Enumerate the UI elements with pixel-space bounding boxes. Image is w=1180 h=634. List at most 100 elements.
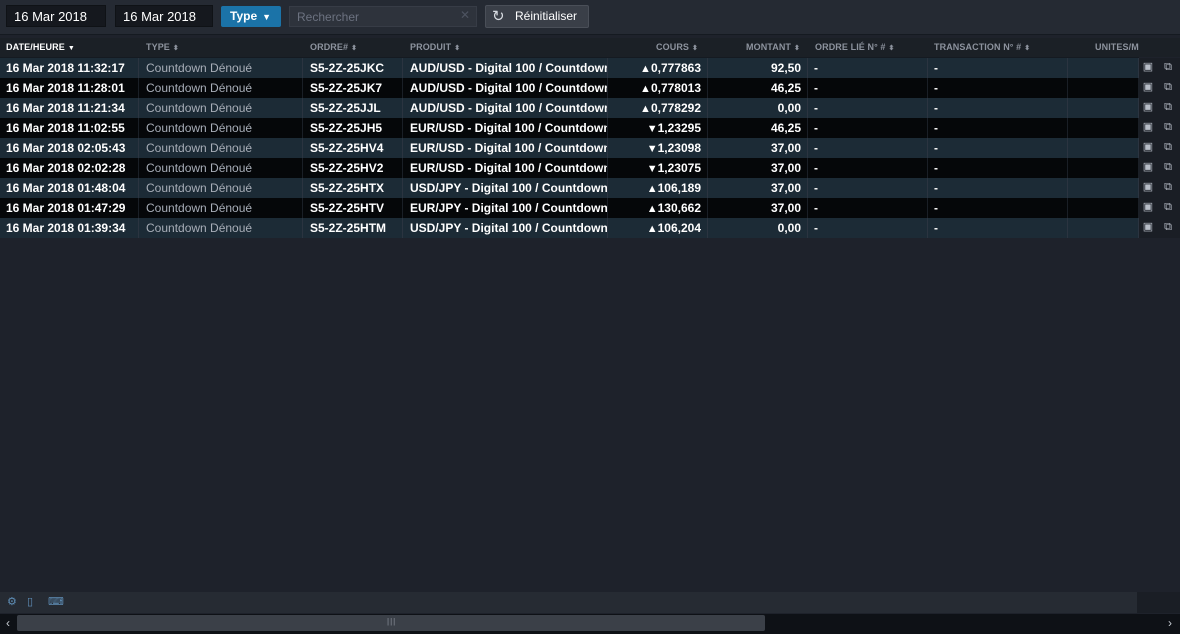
date-to-field[interactable]: 16 Mar 2018 bbox=[115, 5, 213, 27]
sort-icon: ⬍ bbox=[794, 45, 800, 52]
cell-montant: 37,00 bbox=[708, 138, 808, 158]
table-row[interactable]: 16 Mar 2018 11:02:55 Countdown Dénoué S5-2… bbox=[0, 118, 1139, 138]
cell-cours: ▲0,777863 bbox=[608, 58, 708, 78]
sort-icon: ⬍ bbox=[888, 45, 895, 52]
cell-unites bbox=[1068, 78, 1139, 98]
sort-desc-icon: ▼ bbox=[67, 45, 75, 52]
gear-icon[interactable]: ⚙ bbox=[7, 596, 17, 609]
cell-cours: ▲106,204 bbox=[608, 218, 708, 238]
computer-icon[interactable]: ▣ bbox=[1142, 101, 1154, 113]
arrow-up-icon: ▲ bbox=[640, 83, 651, 95]
cell-cours: ▲130,662 bbox=[608, 198, 708, 218]
cell-transaction: - bbox=[928, 58, 1068, 78]
table-header: DATE/HEURE ▼ TYPE ⬍ ORDRE# ⬍ PRODUIT ⬍ COURS ⬍ MON… bbox=[0, 38, 1139, 58]
table-row[interactable]: 16 Mar 2018 01:48:04 Countdown Dénoué S5-2… bbox=[0, 178, 1139, 198]
column-header-label: TRANSACTION N° # bbox=[934, 42, 1022, 52]
scrollbar-thumb[interactable]: ||| bbox=[17, 615, 765, 631]
cell-cours-value: 0,778292 bbox=[650, 101, 701, 115]
cell-ordre: S5-2Z-25HV4 bbox=[303, 138, 403, 158]
row-actions: ▣ ⧉ bbox=[1139, 198, 1180, 218]
cell-type: Countdown Dénoué bbox=[139, 218, 303, 238]
table-row[interactable]: 16 Mar 2018 11:32:17 Countdown Dénoué S5-2… bbox=[0, 58, 1139, 78]
computer-icon[interactable]: ▣ bbox=[1142, 221, 1154, 233]
column-header-produit[interactable]: PRODUIT ⬍ bbox=[410, 38, 600, 57]
ticket-icon[interactable]: ⧉ bbox=[1162, 81, 1174, 93]
column-header-montant[interactable]: MONTANT ⬍ bbox=[708, 38, 800, 57]
actions-column-header bbox=[1139, 38, 1180, 57]
arrow-down-icon: ▼ bbox=[646, 163, 658, 175]
column-header-ordre[interactable]: ORDRE# ⬍ bbox=[310, 38, 400, 57]
column-header-cours[interactable]: COURS ⬍ bbox=[608, 38, 698, 57]
type-filter-label: Type bbox=[230, 9, 258, 23]
cell-type: Countdown Dénoué bbox=[139, 78, 303, 98]
column-header-type[interactable]: TYPE ⬍ bbox=[146, 38, 296, 57]
cell-date: 16 Mar 2018 02:02:28 bbox=[0, 158, 139, 178]
computer-icon[interactable]: ▣ bbox=[1142, 121, 1154, 133]
cell-ordre: S5-2Z-25HTX bbox=[303, 178, 403, 198]
cell-ordre: S5-2Z-25HTM bbox=[303, 218, 403, 238]
cell-date: 16 Mar 2018 11:02:55 bbox=[0, 118, 139, 138]
scroll-right-icon[interactable]: › bbox=[1161, 614, 1179, 632]
search-input[interactable] bbox=[290, 7, 457, 26]
cell-produit: USD/JPY - Digital 100 / Countdown bbox=[403, 178, 608, 198]
cell-cours-value: 1,23098 bbox=[657, 141, 701, 155]
column-header-ordre-lie[interactable]: ORDRE LIÉ N° # ⬍ bbox=[815, 38, 925, 57]
document-icon[interactable]: ▯ bbox=[27, 596, 33, 609]
sort-icon: ⬍ bbox=[454, 45, 461, 52]
cell-cours: ▲0,778013 bbox=[608, 78, 708, 98]
cell-montant: 0,00 bbox=[708, 218, 808, 238]
cell-type: Countdown Dénoué bbox=[139, 118, 303, 138]
cell-cours: ▼1,23098 bbox=[608, 138, 708, 158]
reset-button[interactable]: ↻ Réinitialiser bbox=[485, 5, 589, 28]
table-row[interactable]: 16 Mar 2018 11:21:34 Countdown Dénoué S5-2… bbox=[0, 98, 1139, 118]
table-row[interactable]: 16 Mar 2018 02:02:28 Countdown Dénoué S5-2… bbox=[0, 158, 1139, 178]
cell-ordre: S5-2Z-25JK7 bbox=[303, 78, 403, 98]
type-filter-button[interactable]: Type ▼ bbox=[221, 6, 281, 27]
cell-cours-value: 1,23295 bbox=[657, 121, 701, 135]
column-header-label: TYPE bbox=[146, 42, 170, 52]
cell-date: 16 Mar 2018 11:21:34 bbox=[0, 98, 139, 118]
cell-type: Countdown Dénoué bbox=[139, 198, 303, 218]
keyboard-icon[interactable]: ⌨ bbox=[48, 596, 64, 609]
cell-date: 16 Mar 2018 01:47:29 bbox=[0, 198, 139, 218]
ticket-icon[interactable]: ⧉ bbox=[1162, 201, 1174, 213]
computer-icon[interactable]: ▣ bbox=[1142, 81, 1154, 93]
cell-cours: ▲0,778292 bbox=[608, 98, 708, 118]
column-header-transaction[interactable]: TRANSACTION N° # ⬍ bbox=[934, 38, 1064, 57]
computer-icon[interactable]: ▣ bbox=[1142, 61, 1154, 73]
computer-icon[interactable]: ▣ bbox=[1142, 161, 1154, 173]
ticket-icon[interactable]: ⧉ bbox=[1162, 121, 1174, 133]
computer-icon[interactable]: ▣ bbox=[1142, 141, 1154, 153]
ticket-icon[interactable]: ⧉ bbox=[1162, 181, 1174, 193]
cell-ordre-lie: - bbox=[808, 118, 928, 138]
date-from-field[interactable]: 16 Mar 2018 bbox=[6, 5, 106, 27]
cell-produit: AUD/USD - Digital 100 / Countdown bbox=[403, 78, 608, 98]
computer-icon[interactable]: ▣ bbox=[1142, 201, 1154, 213]
table-row[interactable]: 16 Mar 2018 01:47:29 Countdown Dénoué S5-2… bbox=[0, 198, 1139, 218]
arrow-up-icon: ▲ bbox=[640, 63, 651, 75]
horizontal-scrollbar[interactable]: ‹ ||| › bbox=[0, 614, 1180, 634]
cell-unites bbox=[1068, 218, 1139, 238]
table-row[interactable]: 16 Mar 2018 11:28:01 Countdown Dénoué S5-2… bbox=[0, 78, 1139, 98]
computer-icon[interactable]: ▣ bbox=[1142, 181, 1154, 193]
cell-date: 16 Mar 2018 01:39:34 bbox=[0, 218, 139, 238]
clear-icon[interactable]: ✕ bbox=[460, 8, 470, 22]
cell-unites bbox=[1068, 138, 1139, 158]
cell-cours: ▲106,189 bbox=[608, 178, 708, 198]
cell-unites bbox=[1068, 58, 1139, 78]
ticket-icon[interactable]: ⧉ bbox=[1162, 61, 1174, 73]
cell-unites bbox=[1068, 98, 1139, 118]
cell-ordre: S5-2Z-25JH5 bbox=[303, 118, 403, 138]
ticket-icon[interactable]: ⧉ bbox=[1162, 221, 1174, 233]
ticket-icon[interactable]: ⧉ bbox=[1162, 161, 1174, 173]
ticket-icon[interactable]: ⧉ bbox=[1162, 141, 1174, 153]
column-header-unites[interactable]: UNITES/M bbox=[1095, 38, 1139, 57]
cell-transaction: - bbox=[928, 218, 1068, 238]
table-row[interactable]: 16 Mar 2018 02:05:43 Countdown Dénoué S5-2… bbox=[0, 138, 1139, 158]
table-row[interactable]: 16 Mar 2018 01:39:34 Countdown Dénoué S5-2… bbox=[0, 218, 1139, 238]
cell-montant: 37,00 bbox=[708, 178, 808, 198]
scroll-left-icon[interactable]: ‹ bbox=[0, 614, 16, 632]
ticket-icon[interactable]: ⧉ bbox=[1162, 101, 1174, 113]
row-actions-column: ▣ ⧉ ▣ ⧉ ▣ ⧉ ▣ ⧉ ▣ ⧉ ▣ ⧉ ▣ ⧉ ▣ ⧉ ▣ ⧉ bbox=[1139, 58, 1180, 238]
column-header-date[interactable]: DATE/HEURE ▼ bbox=[6, 38, 136, 57]
